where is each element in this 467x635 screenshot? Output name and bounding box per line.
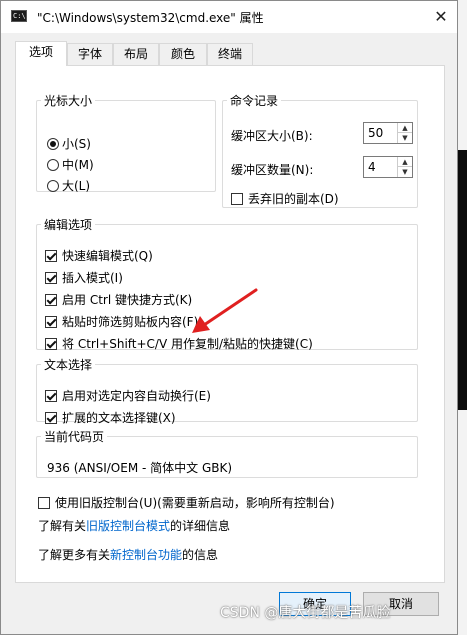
radio-button[interactable] (47, 179, 59, 192)
background-window-right (458, 0, 467, 635)
checkbox-box[interactable] (38, 496, 50, 509)
buffer-count-stepper[interactable]: 4 ▲ ▼ (363, 156, 413, 178)
ctrl-shortcuts-checkbox[interactable]: 启用 Ctrl 键快捷方式(K) (45, 291, 192, 308)
cmd-app-icon: C:\ (11, 10, 27, 22)
new-features-text: 了解更多有关新控制台功能的信息 (38, 548, 219, 562)
radio-cursor-medium[interactable]: 中(M) (47, 156, 94, 173)
text-selection-group: 文本选择 启用对选定内容自动换行(E) 扩展的文本选择键(X) (36, 356, 418, 425)
checkbox-box[interactable] (45, 411, 57, 424)
radio-cursor-small[interactable]: 小(S) (47, 135, 91, 152)
codepage-legend: 当前代码页 (44, 430, 105, 444)
ctrl-shift-cv-checkbox[interactable]: 将 Ctrl+Shift+C/V 用作复制/粘贴的快捷键(C) (45, 335, 313, 352)
tab-font[interactable]: 字体 (67, 43, 113, 65)
tab-options[interactable]: 选项 (15, 41, 67, 66)
close-icon[interactable]: ✕ (429, 5, 453, 29)
buffer-count-label: 缓冲区数量(N): (231, 163, 314, 177)
checkbox-box[interactable] (45, 271, 57, 284)
line-wrap-selection-checkbox[interactable]: 启用对选定内容自动换行(E) (45, 387, 211, 404)
spin-up-icon[interactable]: ▲ (398, 157, 412, 167)
edit-options-legend: 编辑选项 (44, 218, 93, 232)
checkbox-box[interactable] (45, 315, 57, 328)
checkbox-box[interactable] (45, 249, 57, 262)
radio-cursor-large[interactable]: 大(L) (47, 177, 90, 194)
checkbox-box[interactable] (45, 337, 57, 350)
legacy-console-checkbox[interactable]: 使用旧版控制台(U)(需要重新启动，影响所有控制台) (38, 494, 335, 511)
legacy-mode-link[interactable]: 旧版控制台模式 (86, 519, 170, 533)
legacy-learn-text: 了解有关旧版控制台模式的详细信息 (38, 519, 231, 533)
tab-layout[interactable]: 布局 (113, 43, 159, 65)
buffer-size-stepper[interactable]: 50 ▲ ▼ (363, 122, 413, 144)
cursor-size-group: 光标大小 小(S) 中(M) 大(L) (36, 92, 216, 194)
spin-up-icon[interactable]: ▲ (398, 123, 412, 133)
radio-button[interactable] (47, 158, 59, 171)
edit-options-group: 编辑选项 快速编辑模式(Q) 插入模式(I) 启用 Ctrl 键快捷方式(K) … (36, 216, 418, 352)
tab-colors[interactable]: 颜色 (159, 43, 207, 65)
csdn-watermark: CSDN @唐大街都是苦瓜脸 (220, 605, 391, 621)
buffer-size-label: 缓冲区大小(B): (231, 129, 313, 143)
options-panel: 光标大小 小(S) 中(M) 大(L) 命令记录 缓冲区大小(B): 50 ▲ ▼… (15, 65, 445, 583)
title-bar[interactable]: C:\ "C:\Windows\system32\cmd.exe" 属性 ✕ (1, 1, 457, 33)
window-title: "C:\Windows\system32\cmd.exe" 属性 (37, 11, 264, 25)
text-selection-legend: 文本选择 (44, 358, 93, 372)
discard-old-duplicates-checkbox[interactable]: 丢弃旧的副本(D) (231, 190, 339, 207)
tab-terminal[interactable]: 终端 (207, 43, 253, 65)
background-console (458, 150, 467, 410)
checkbox-box[interactable] (231, 192, 243, 205)
command-history-legend: 命令记录 (230, 94, 279, 108)
checkbox-box[interactable] (45, 293, 57, 306)
quick-edit-checkbox[interactable]: 快速编辑模式(Q) (45, 247, 153, 264)
radio-button[interactable] (47, 137, 59, 150)
extended-selection-keys-checkbox[interactable]: 扩展的文本选择键(X) (45, 409, 176, 426)
new-console-features-link[interactable]: 新控制台功能 (110, 548, 182, 562)
spin-down-icon[interactable]: ▼ (398, 167, 412, 177)
spin-down-icon[interactable]: ▼ (398, 133, 412, 143)
codepage-group: 当前代码页 936 (ANSI/OEM - 简体中文 GBK) (36, 428, 418, 478)
insert-mode-checkbox[interactable]: 插入模式(I) (45, 269, 123, 286)
codepage-value: 936 (ANSI/OEM - 简体中文 GBK) (47, 461, 233, 475)
filter-clipboard-checkbox[interactable]: 粘贴时筛选剪贴板内容(F) (45, 313, 198, 330)
command-history-group: 命令记录 缓冲区大小(B): 50 ▲ ▼ 缓冲区数量(N): 4 ▲ ▼ 丢弃旧的… (222, 92, 418, 208)
checkbox-box[interactable] (45, 389, 57, 402)
properties-dialog: C:\ "C:\Windows\system32\cmd.exe" 属性 ✕ 选… (0, 0, 458, 635)
cursor-size-legend: 光标大小 (44, 94, 93, 108)
